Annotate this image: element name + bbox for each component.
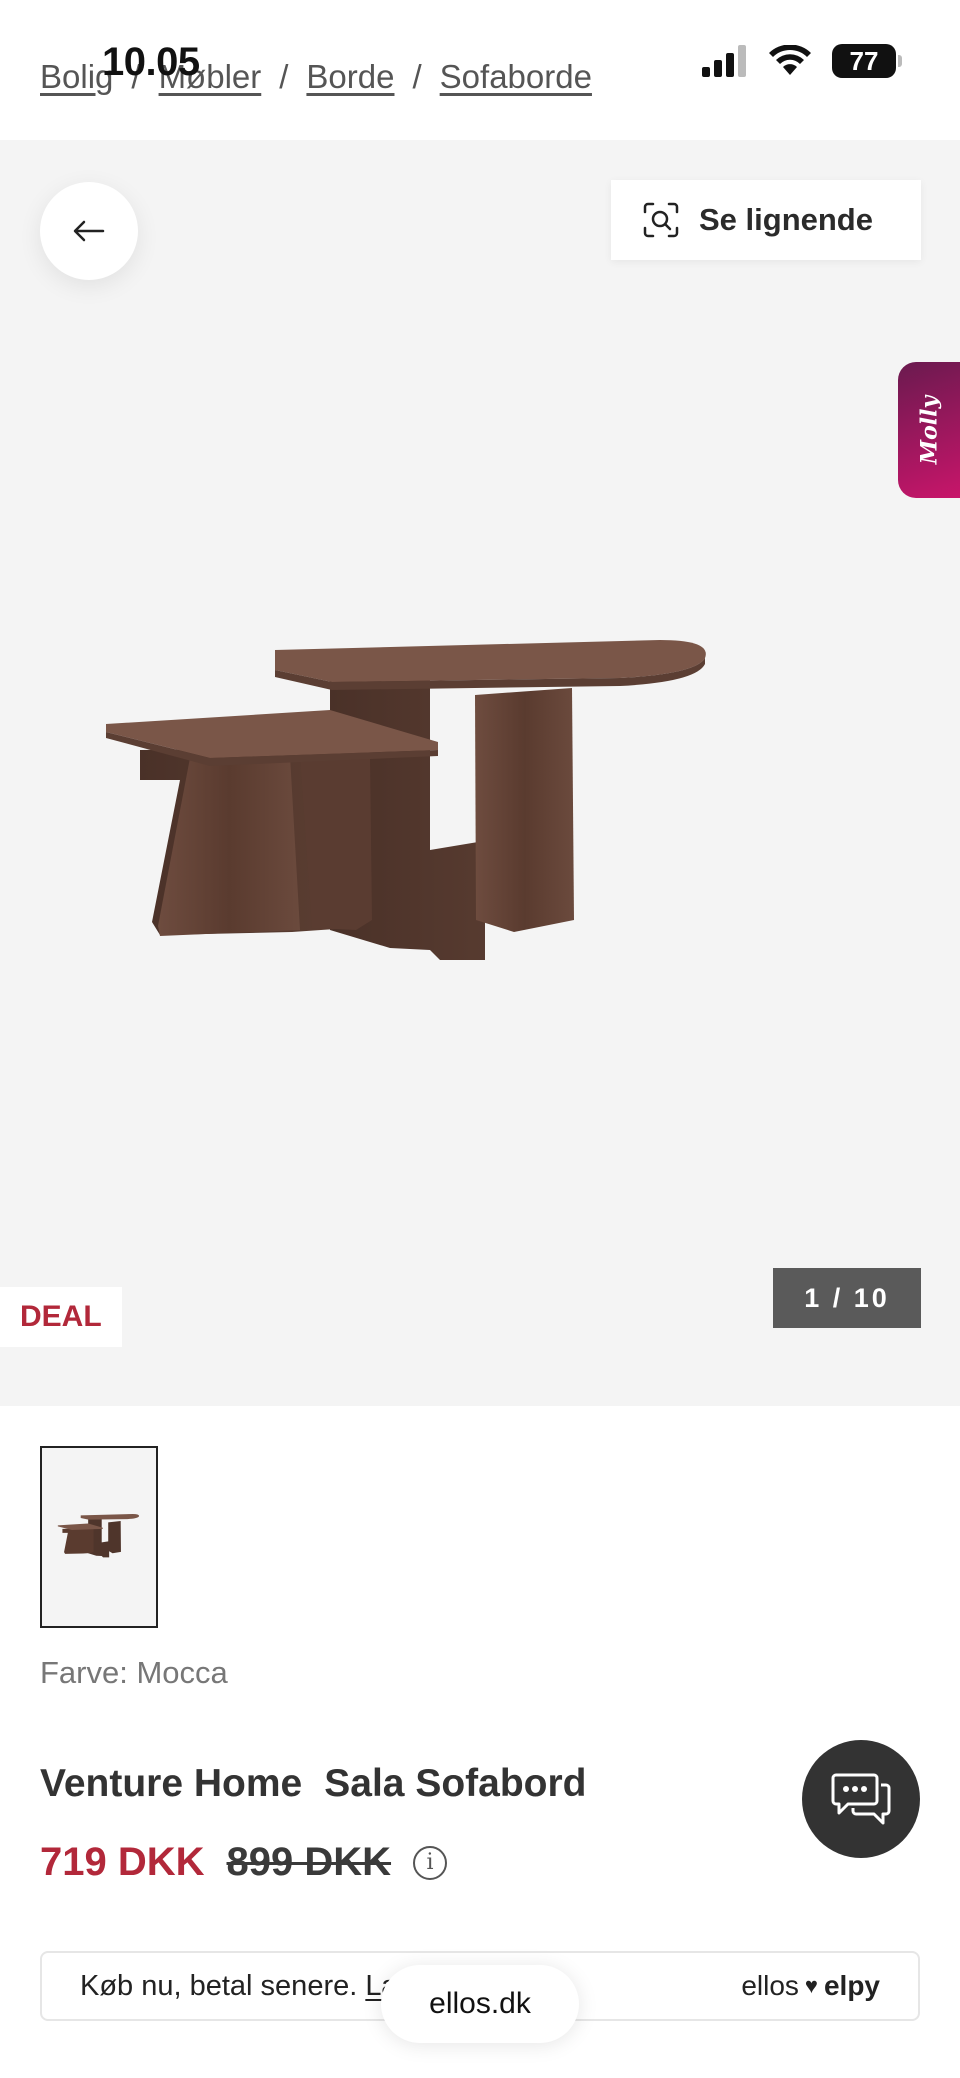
similar-products-button[interactable]: Se lignende	[611, 180, 921, 260]
image-counter: 1 / 10	[773, 1268, 921, 1328]
similar-products-label: Se lignende	[699, 202, 873, 237]
elpy-logo-text: elpy	[823, 1970, 880, 2001]
battery-level: 77	[849, 45, 879, 76]
breadcrumb-separator: /	[279, 58, 289, 95]
status-time: 10.05	[102, 40, 200, 84]
bnpl-message: Køb nu, betal senere.	[80, 1969, 366, 2002]
product-brand[interactable]: Venture Home	[40, 1762, 302, 1805]
breadcrumb-borde[interactable]: Borde	[306, 58, 394, 96]
wifi-icon	[769, 45, 811, 75]
sale-price: 719 DKK	[40, 1840, 205, 1884]
info-icon[interactable]: i	[413, 1845, 448, 1880]
product-title: Venture Home Sala Sofabord	[40, 1762, 586, 1806]
breadcrumb-sofaborde[interactable]: Sofaborde	[440, 58, 592, 96]
arrow-left-icon	[73, 220, 105, 242]
product-thumbnail[interactable]	[40, 1446, 158, 1628]
visual-search-icon	[643, 202, 679, 238]
molly-label: Molly	[916, 395, 942, 465]
ellos-logo-text: ellos	[741, 1970, 799, 2001]
color-label-prefix: Farve:	[40, 1655, 128, 1690]
browser-url-pill[interactable]: ellos.dk	[381, 1965, 579, 2043]
status-icons: 77	[702, 44, 902, 78]
molly-assistant-tab[interactable]: Molly	[898, 362, 960, 498]
back-button[interactable]	[40, 182, 138, 280]
product-gallery[interactable]: Se lignende Molly DEAL 1 / 10	[0, 140, 960, 1406]
chat-button[interactable]	[802, 1740, 920, 1858]
top-bar: Bolig / Møbler / Borde / Sofaborde 10.05…	[0, 0, 960, 140]
chat-icon	[831, 1773, 891, 1825]
signal-icon	[702, 45, 746, 77]
product-name: Sala Sofabord	[324, 1762, 587, 1805]
original-price: 899 DKK	[226, 1840, 392, 1884]
price-row: 719 DKK 899 DKK i	[40, 1840, 448, 1885]
deal-badge: DEAL	[0, 1287, 122, 1347]
battery-icon: 77	[832, 44, 902, 78]
thumbnail-image	[57, 1513, 140, 1558]
color-label: Farve: Mocca	[40, 1655, 228, 1691]
ellos-elpy-logo: ellos ♥ elpy	[741, 1970, 880, 2002]
breadcrumb-separator: /	[412, 58, 422, 95]
product-image[interactable]	[100, 630, 720, 990]
color-value: Mocca	[136, 1655, 228, 1690]
heart-icon: ♥	[804, 1973, 818, 1998]
